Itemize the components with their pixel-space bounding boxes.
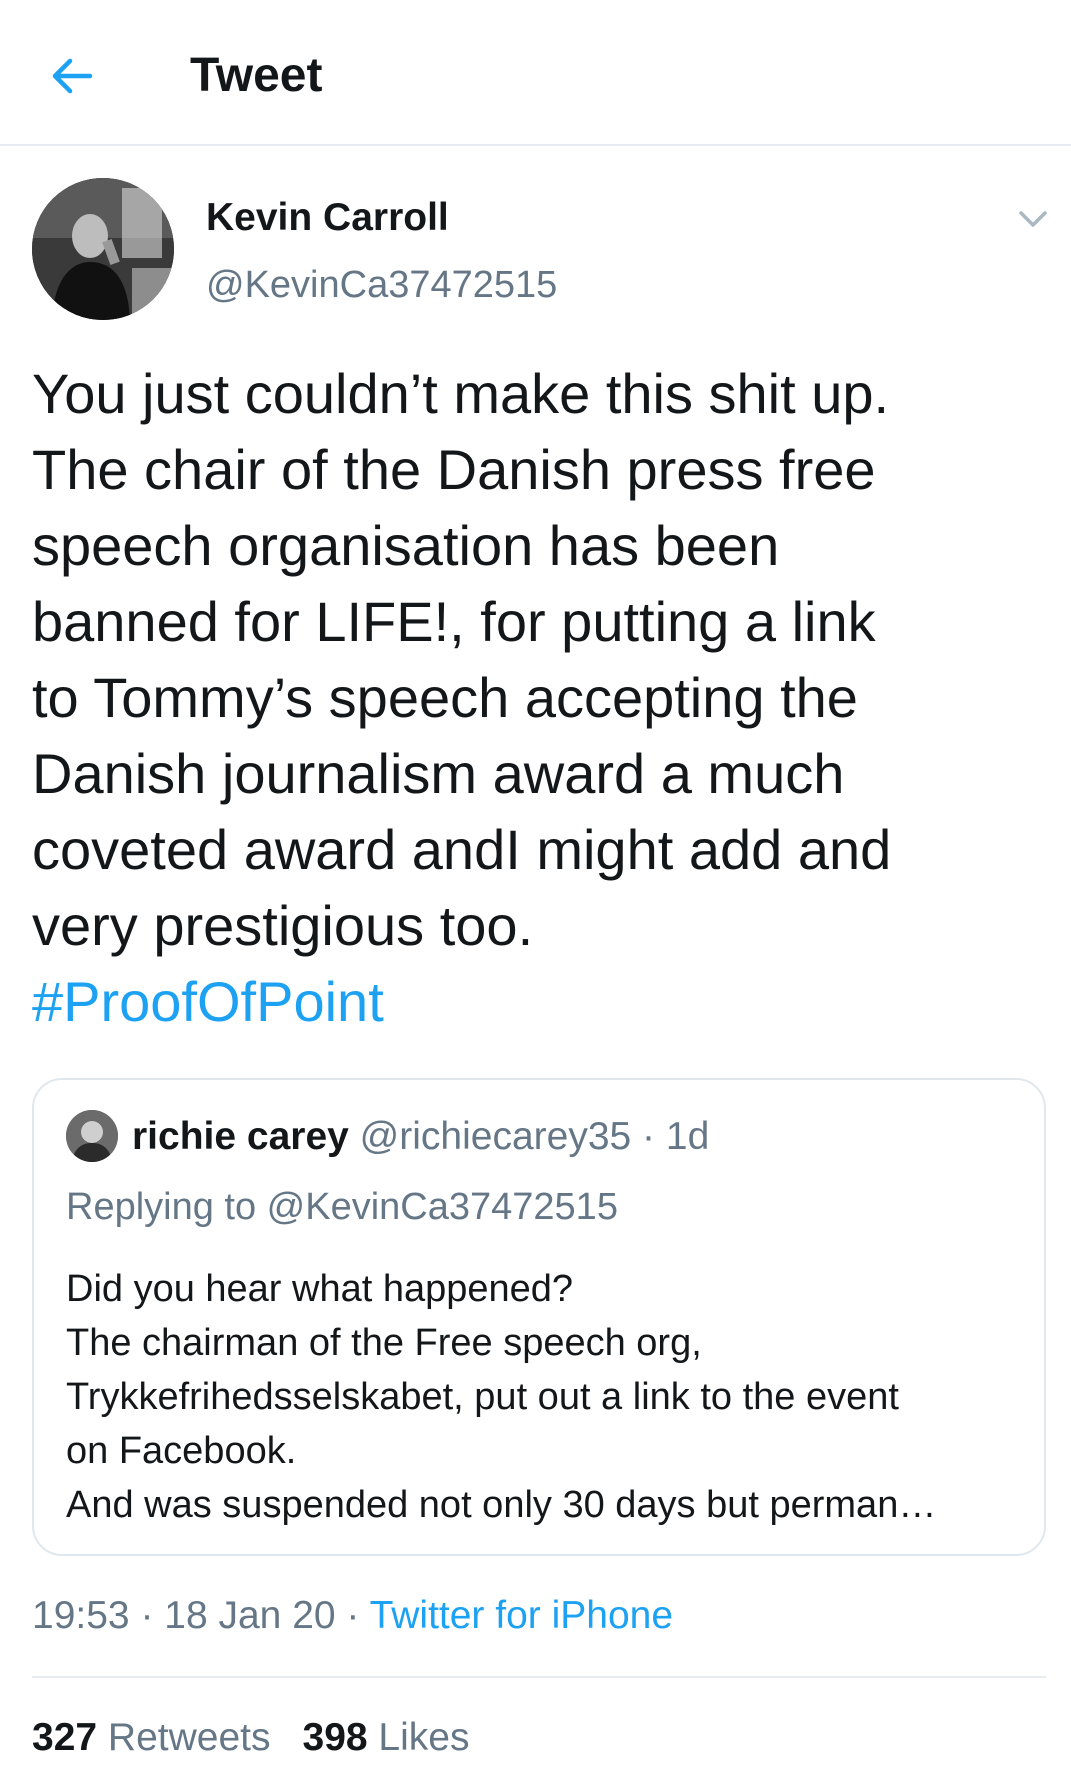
avatar[interactable] (32, 178, 174, 320)
arrow-left-icon[interactable] (48, 52, 96, 100)
author-name[interactable]: Kevin Carroll (206, 196, 449, 240)
page-title: Tweet (190, 49, 323, 102)
hashtag-link[interactable]: #ProofOfPoint (32, 970, 384, 1033)
tweet-body: You just couldn’t make this shit up. The… (32, 362, 892, 957)
likes-count: 398 (302, 1716, 368, 1759)
separator-dot: · (129, 1594, 165, 1637)
quoted-author-name: richie carey (132, 1115, 349, 1158)
tweet-time: 19:53 (32, 1594, 130, 1637)
quoted-avatar (66, 1110, 118, 1162)
author-handle[interactable]: @KevinCa37472515 (206, 263, 557, 307)
divider (32, 1676, 1046, 1678)
separator-dot: · (631, 1115, 666, 1158)
retweets-count: 327 (32, 1716, 98, 1759)
quoted-text: Did you hear what happened? The chairman… (66, 1268, 937, 1526)
tweet-date: 18 Jan 20 (164, 1594, 336, 1637)
retweets-stat[interactable]: 327 Retweets (32, 1716, 271, 1759)
tweet-text: You just couldn’t make this shit up. The… (32, 356, 1042, 1040)
likes-label: Likes (378, 1716, 470, 1759)
top-bar: Tweet (0, 0, 1071, 146)
separator-dot: · (335, 1594, 370, 1637)
likes-stat[interactable]: 398 Likes (303, 1716, 470, 1759)
tweet-source-link[interactable]: Twitter for iPhone (370, 1594, 673, 1637)
quoted-header: richie carey @richiecarey35 · 1d (132, 1114, 709, 1160)
quoted-tweet[interactable]: richie carey @richiecarey35 · 1d Replyin… (32, 1078, 1046, 1556)
quoted-time: 1d (665, 1115, 710, 1158)
replying-to: Replying to @KevinCa37472515 (66, 1186, 618, 1228)
quoted-author-handle: @richiecarey35 (359, 1115, 632, 1158)
retweets-label: Retweets (107, 1716, 271, 1759)
chevron-down-icon[interactable] (1016, 202, 1050, 236)
tweet-stats: 327 Retweets 398 Likes (32, 1714, 469, 1762)
tweet-meta: 19:53 · 18 Jan 20 · Twitter for iPhone (32, 1592, 673, 1640)
